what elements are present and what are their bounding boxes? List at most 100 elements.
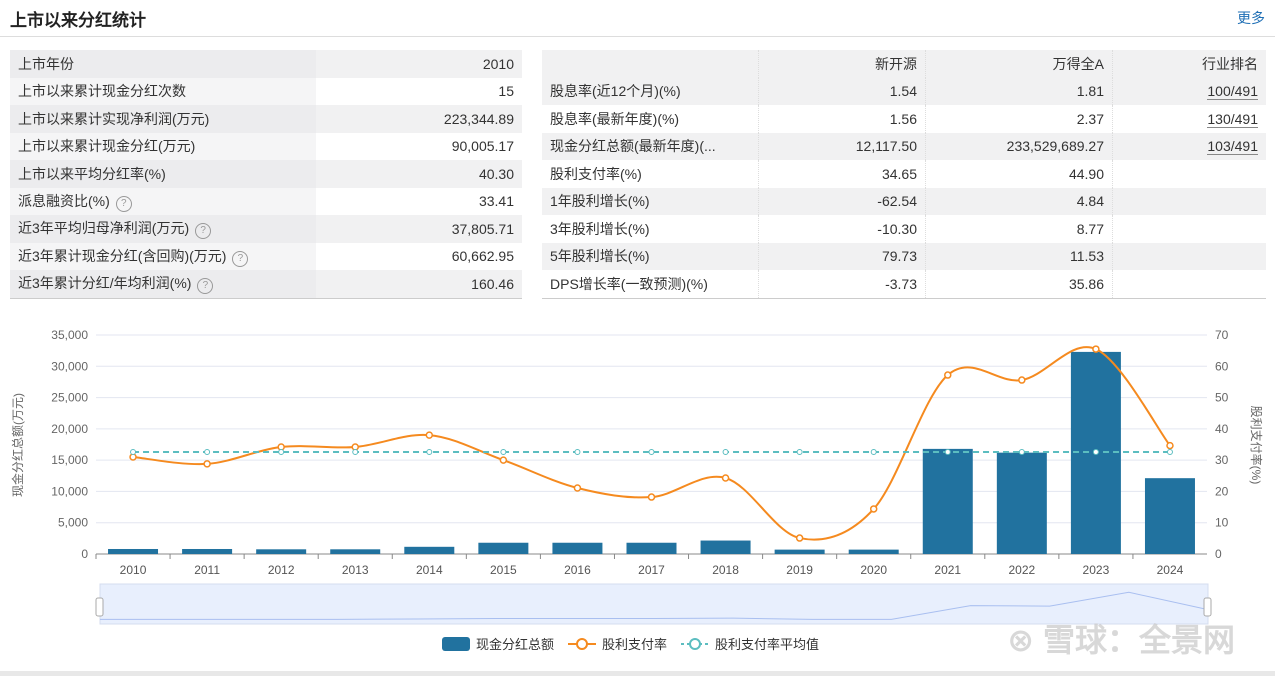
help-icon[interactable]: ? [197,278,214,295]
table-cell [1112,160,1266,188]
row-value: 90,005.17 [451,138,514,155]
label-text: 上市以来累计现金分红次数 [18,83,186,100]
row-label: 上市年份 [10,50,316,78]
table-cell: 100/491 [1112,77,1266,105]
payout-point-2018[interactable] [721,474,730,482]
industry-rank-link[interactable]: 103/491 [1207,138,1258,156]
table-cell: 233,529,689.27 [925,132,1113,160]
y2-tick-label: 30 [1215,453,1229,467]
table-row: 上市以来累计实现净利润(万元) 223,344.89 [10,105,522,133]
average-point-2016 [574,449,581,456]
zoom-handle-right[interactable] [1203,597,1212,617]
comparison-table: 新开源 万得全A 行业排名 股息率(近12个月)(%) 1.54 1.81 100/491 股… [542,50,1266,299]
zoom-handle-left[interactable] [95,597,104,617]
table-row: 1年股利增长(%) -62.54 4.84 [542,187,1266,215]
legend-item[interactable]: 股利支付率 [568,637,667,652]
cell-text: 12,117.50 [855,138,917,155]
cell-text: -10.30 [877,220,917,237]
table-cell: 8.77 [925,215,1113,243]
help-icon[interactable]: ? [115,195,132,212]
cell-text: 11.53 [1070,248,1104,265]
cell-text: 股息率(最新年度)(%) [550,110,680,127]
payout-point-2024[interactable] [1166,441,1174,450]
bar-dividend-2019[interactable] [774,549,825,554]
cell-text: -62.54 [877,193,917,210]
x-tick-label: 2020 [860,563,887,577]
cell-text: 现金分红总额(最新年度)(... [550,138,716,155]
bar-dividend-2012[interactable] [256,549,307,554]
bar-dividend-2016[interactable] [552,542,603,554]
table-row: 股息率(最新年度)(%) 1.56 2.37 130/491 [542,105,1266,133]
average-point-2019 [796,449,803,456]
cell-text: 1.56 [889,110,917,127]
bar-dividend-2022[interactable] [996,452,1047,554]
table-cell: 2.37 [925,105,1113,133]
bar-dividend-2020[interactable] [848,549,899,554]
payout-point-2017[interactable] [647,493,656,501]
row-value: 60,662.95 [451,248,514,265]
table-cell: 1年股利增长(%) [542,187,759,215]
payout-point-2021[interactable] [944,371,952,379]
payout-point-2022[interactable] [1018,376,1026,384]
average-point-2021 [944,449,951,456]
cell-text: 34.65 [881,165,917,182]
bar-dividend-2015[interactable] [478,542,529,554]
x-tick-label: 2011 [194,563,220,577]
payout-point-2020[interactable] [869,505,878,513]
payout-point-2023[interactable] [1092,345,1100,353]
cell-text: 8.77 [1076,220,1104,237]
table-cell: 现金分红总额(最新年度)(... [542,132,759,160]
industry-rank-link[interactable]: 130/491 [1207,110,1258,128]
bar-dividend-2021[interactable] [922,448,973,554]
footer-bar [0,671,1275,676]
section-title: 上市以来分红统计 [10,10,146,30]
payout-point-2011[interactable] [203,460,211,468]
bar-dividend-2017[interactable] [626,542,677,554]
table-cell: 12,117.50 [758,132,926,160]
x-tick-label: 2016 [564,563,591,577]
cell-text: 股息率(近12个月)(%) [550,83,681,100]
row-label: 近3年累计分红/年均利润(%)? [10,270,316,298]
more-link[interactable]: 更多 [1237,8,1265,28]
payout-point-2014[interactable] [425,431,434,439]
table-row: 近3年累计现金分红(含回购)(万元)? 60,662.95 [10,242,522,270]
x-tick-label: 2010 [120,563,147,577]
table-cell: 79.73 [758,242,926,270]
legend-marker-icon [576,638,588,650]
table-row: 派息融资比(%)? 33.41 [10,187,522,215]
help-icon[interactable]: ? [232,250,249,267]
cell-text: 44.90 [1068,165,1104,182]
help-icon[interactable]: ? [195,223,212,240]
bar-dividend-2024[interactable] [1144,478,1195,554]
average-point-2014 [426,449,433,456]
bar-dividend-2013[interactable] [330,549,381,554]
industry-rank-link[interactable]: 100/491 [1207,83,1258,101]
column-header: 行业排名 [1112,50,1266,78]
legend-item[interactable]: 股利支付率平均值 [681,637,819,652]
column-header [542,50,759,78]
table-cell: 35.86 [925,270,1113,298]
payout-point-2015[interactable] [499,456,508,464]
payout-point-2016[interactable] [573,484,582,492]
row-label: 近3年平均归母净利润(万元)? [10,215,316,243]
average-point-2018 [722,449,729,456]
section-header: 上市以来分红统计 更多 [0,0,1275,37]
average-point-2020 [870,449,877,456]
legend-item[interactable]: 现金分红总额 [442,637,554,652]
bar-dividend-2011[interactable] [182,548,233,554]
average-point-2015 [500,449,507,456]
y2-tick-label: 20 [1215,484,1229,498]
bar-dividend-2010[interactable] [108,548,159,554]
row-value: 37,805.71 [316,215,522,243]
bar-dividend-2014[interactable] [404,546,455,554]
y-tick-label: 35,000 [51,328,88,342]
label-text: 上市以来累计现金分红(万元) [18,138,196,155]
legend-bar-icon [442,637,470,651]
payout-point-2019[interactable] [795,534,804,542]
row-label: 上市以来平均分红率(%) [10,160,316,188]
table-cell: -62.54 [758,187,926,215]
bar-dividend-2018[interactable] [700,540,751,554]
y-tick-label: 0 [81,547,88,561]
row-label: 近3年累计现金分红(含回购)(万元)? [10,242,316,270]
y2-axis-label: 股利支付率(%) [1249,406,1264,485]
